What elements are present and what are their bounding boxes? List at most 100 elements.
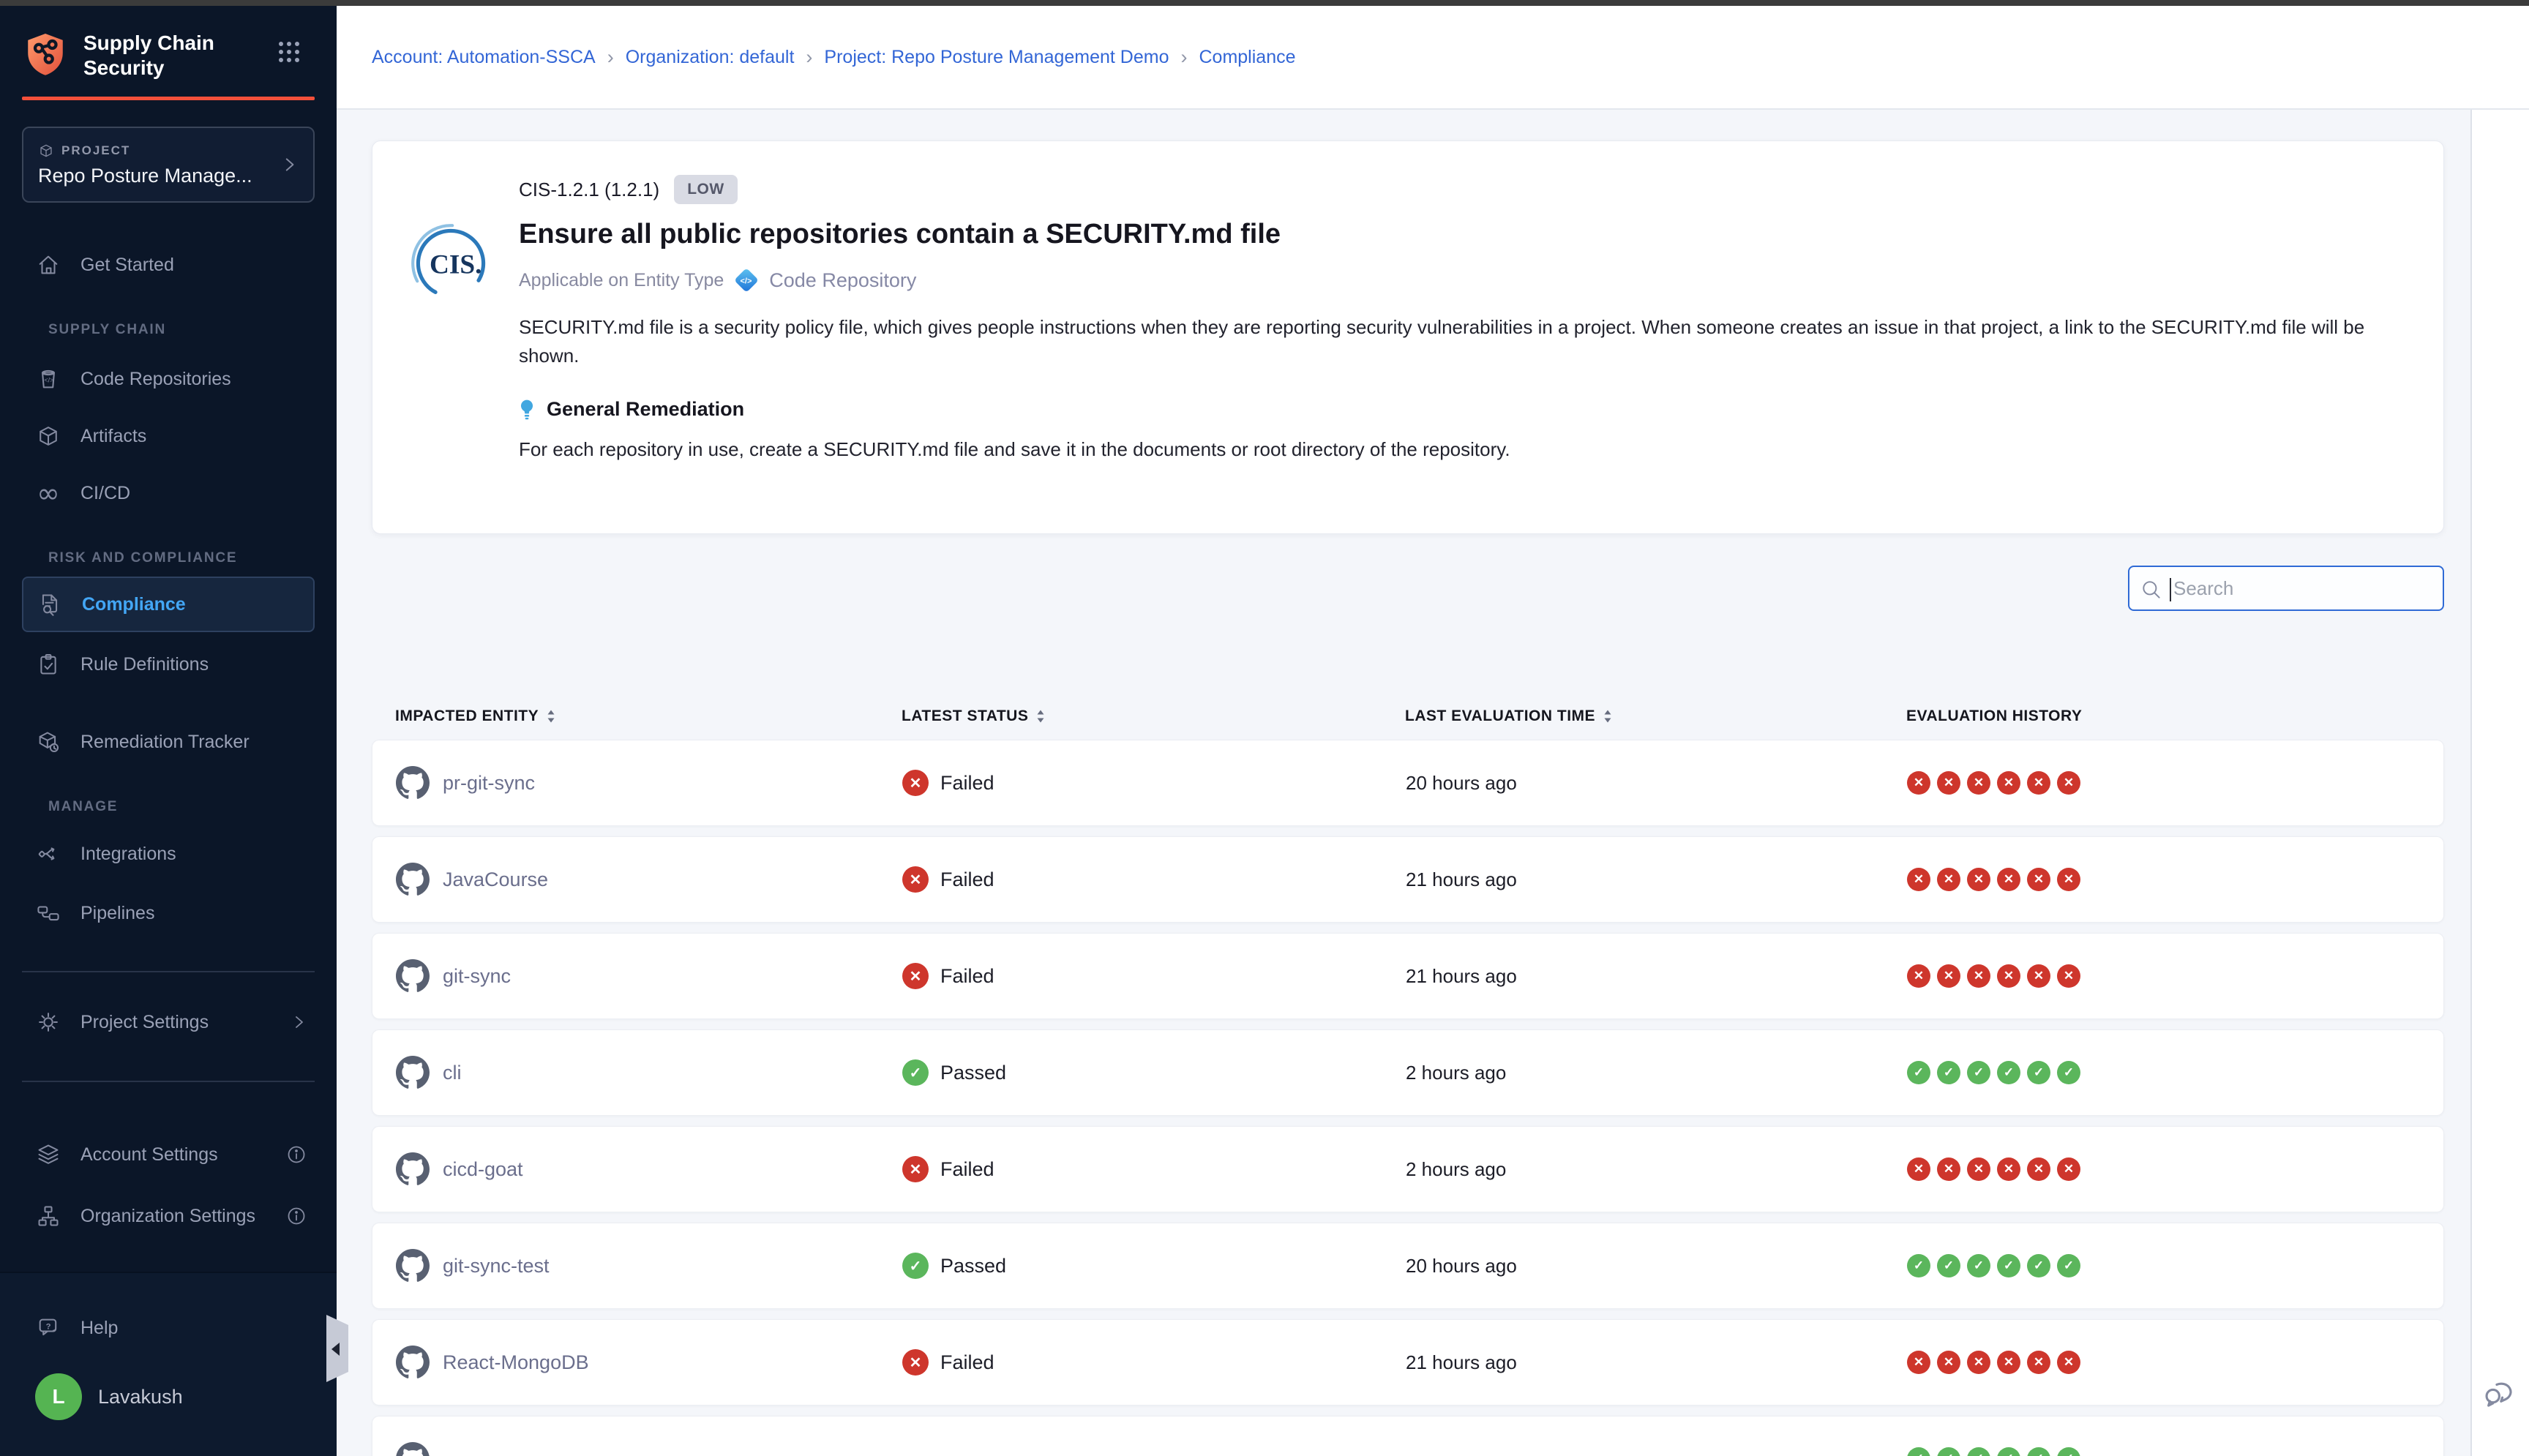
history-fail-icon — [1967, 868, 1990, 891]
sidebar-item-project-settings[interactable]: Project Settings — [22, 1002, 315, 1043]
history-fail-icon — [1997, 868, 2020, 891]
repo-name-link[interactable]: git-sync — [443, 965, 511, 988]
breadcrumb-separator: › — [607, 46, 614, 69]
breadcrumb-organization[interactable]: Organization: default — [626, 47, 795, 68]
breadcrumb-account[interactable]: Account: Automation-SSCA — [372, 47, 596, 68]
info-icon[interactable] — [285, 1205, 307, 1227]
table-row[interactable]: cicd-goatFailed2 hours ago — [372, 1126, 2444, 1212]
column-header-last-evaluation-time[interactable]: LAST EVALUATION TIME — [1405, 708, 1906, 725]
info-icon[interactable] — [285, 1144, 307, 1166]
table-row[interactable]: cliPassed2 hours ago — [372, 1029, 2444, 1116]
evaluation-history — [1907, 1157, 2443, 1181]
last-evaluation-time: 20 hours ago — [1406, 772, 1907, 795]
sidebar-item-organization-settings[interactable]: Organization Settings — [22, 1196, 315, 1237]
evaluation-history — [1907, 1447, 2443, 1456]
status-label: Passed — [940, 1062, 1006, 1084]
status-label: Failed — [940, 1351, 994, 1374]
table-row[interactable] — [372, 1416, 2444, 1456]
table-row[interactable]: git-syncFailed21 hours ago — [372, 933, 2444, 1019]
status-pass-icon — [902, 1059, 929, 1086]
table-row[interactable]: pr-git-syncFailed20 hours ago — [372, 740, 2444, 826]
svg-text:CIS.: CIS. — [430, 249, 482, 279]
evaluation-history — [1907, 771, 2443, 795]
history-fail-icon — [1967, 964, 1990, 988]
column-label: LATEST STATUS — [902, 708, 1028, 725]
history-pass-icon — [2027, 1061, 2050, 1084]
history-fail-icon — [1937, 964, 1960, 988]
history-pass-icon — [1997, 1061, 2020, 1084]
column-header-evaluation-history: EVALUATION HISTORY — [1906, 708, 2444, 725]
text-caret — [2170, 578, 2171, 601]
history-fail-icon — [1997, 964, 2020, 988]
sidebar: Supply Chain Security — [0, 6, 337, 1456]
github-icon — [396, 863, 430, 896]
sidebar-item-label: Account Settings — [80, 1144, 218, 1166]
breadcrumb-compliance[interactable]: Compliance — [1199, 47, 1296, 68]
sidebar-item-account-settings[interactable]: Account Settings — [22, 1134, 315, 1175]
evaluation-history — [1907, 964, 2443, 988]
sidebar-item-integrations[interactable]: Integrations — [22, 833, 315, 874]
window-top-strip — [0, 0, 2529, 6]
infinity-icon: ∞ — [35, 480, 61, 506]
sidebar-item-label: CI/CD — [80, 483, 130, 504]
remediation-title: General Remediation — [547, 398, 744, 421]
github-icon — [396, 1056, 430, 1089]
repo-name-link[interactable]: React-MongoDB — [443, 1351, 589, 1374]
history-fail-icon — [1907, 868, 1930, 891]
repo-name-link[interactable]: cicd-goat — [443, 1158, 523, 1181]
table-row[interactable]: React-MongoDBFailed21 hours ago — [372, 1319, 2444, 1406]
project-selector[interactable]: PROJECT Repo Posture Manage... — [22, 127, 315, 203]
sidebar-item-cicd[interactable]: ∞ CI/CD — [22, 473, 315, 514]
status-label: Failed — [940, 868, 994, 891]
history-pass-icon — [1967, 1254, 1990, 1277]
sidebar-item-pipelines[interactable]: Pipelines — [22, 893, 315, 934]
column-header-impacted-entity[interactable]: IMPACTED ENTITY — [395, 708, 902, 725]
repo-name-link[interactable]: pr-git-sync — [443, 772, 535, 795]
sidebar-item-code-repositories[interactable]: </> Code Repositories — [22, 359, 315, 399]
sidebar-item-label: Help — [80, 1318, 118, 1339]
sidebar-divider — [22, 971, 315, 972]
layers-gear-icon — [35, 1141, 61, 1168]
entity-type-value: Code Repository — [769, 269, 916, 292]
latest-status-cell: Passed — [902, 1253, 1406, 1279]
entity-type-label: Applicable on Entity Type — [519, 270, 724, 291]
impacted-entity-cell: React-MongoDB — [396, 1346, 902, 1379]
search-box — [2128, 566, 2444, 611]
table-row[interactable]: JavaCourseFailed21 hours ago — [372, 836, 2444, 923]
status-label: Failed — [940, 1158, 994, 1181]
chevron-right-icon — [280, 155, 299, 174]
status-fail-icon — [902, 770, 929, 796]
code-repository-icon: </> — [35, 366, 61, 392]
history-fail-icon — [2027, 1351, 2050, 1374]
history-pass-icon — [1997, 1254, 2020, 1277]
github-icon — [396, 1152, 430, 1186]
sidebar-item-get-started[interactable]: Get Started — [22, 244, 315, 285]
sidebar-item-artifacts[interactable]: Artifacts — [22, 416, 315, 457]
support-chat-icon[interactable] — [2482, 1373, 2520, 1411]
svg-text:</>: </> — [44, 377, 53, 384]
repo-name-link[interactable]: git-sync-test — [443, 1255, 550, 1277]
user-profile[interactable]: L Lavakush — [22, 1373, 315, 1420]
sidebar-item-help[interactable]: ? Help — [22, 1307, 315, 1348]
history-fail-icon — [2027, 1157, 2050, 1181]
column-header-latest-status[interactable]: LATEST STATUS — [902, 708, 1405, 725]
history-fail-icon — [1967, 1157, 1990, 1181]
sidebar-item-rule-definitions[interactable]: Rule Definitions — [22, 644, 315, 685]
impacted-entity-cell — [396, 1442, 902, 1456]
sidebar-item-remediation-tracker[interactable]: Remediation Tracker — [22, 721, 315, 762]
history-fail-icon — [2057, 964, 2080, 988]
sidebar-item-compliance[interactable]: Compliance — [22, 577, 315, 632]
accent-divider — [22, 97, 315, 100]
history-fail-icon — [1907, 1157, 1930, 1181]
table-row[interactable]: git-sync-testPassed20 hours ago — [372, 1223, 2444, 1309]
cis-logo: CIS. — [409, 222, 492, 305]
history-pass-icon — [1967, 1061, 1990, 1084]
column-label: EVALUATION HISTORY — [1906, 708, 2082, 725]
repo-name-link[interactable]: JavaCourse — [443, 868, 548, 891]
history-fail-icon — [1907, 771, 1930, 795]
repo-name-link[interactable]: cli — [443, 1062, 462, 1084]
breadcrumb-project[interactable]: Project: Repo Posture Management Demo — [824, 47, 1169, 68]
supply-chain-security-logo-icon — [22, 31, 69, 79]
search-input[interactable] — [2129, 567, 2443, 609]
module-grid-icon[interactable] — [277, 40, 301, 64]
